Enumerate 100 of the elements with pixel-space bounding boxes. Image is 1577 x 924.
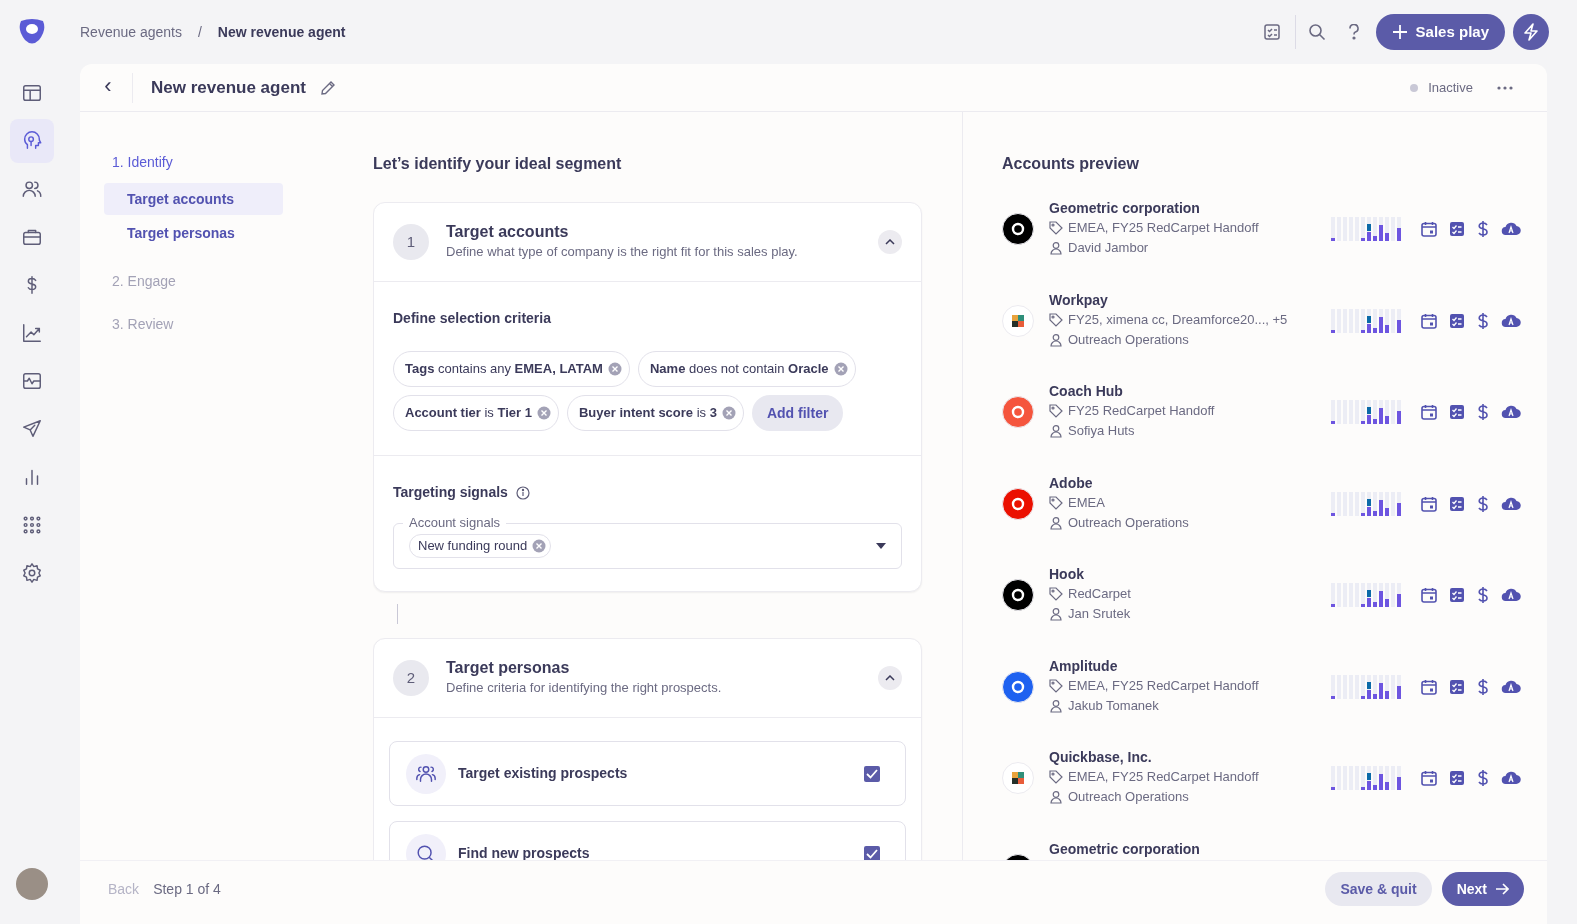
option-card[interactable]: Target existing prospects (389, 741, 906, 806)
company-name: Workpay (1049, 290, 1109, 310)
breadcrumb-link[interactable]: Revenue agents (80, 21, 182, 43)
company-tags: EMEA, FY25 RedCarpet Handoff (1068, 218, 1259, 238)
people-icon (21, 178, 43, 200)
filter-text: Account tier is Tier 1 (405, 404, 532, 423)
chip-text: New funding round (418, 537, 528, 556)
chevron-icon (885, 675, 895, 681)
dollar-icon[interactable] (1477, 311, 1489, 330)
breadcrumb-current: New revenue agent (217, 22, 346, 42)
search-icon[interactable] (1307, 23, 1326, 41)
tag-icon (1049, 312, 1063, 327)
dollar-icon[interactable] (1477, 494, 1489, 513)
task-list-icon[interactable] (1449, 678, 1465, 695)
company-name: Hook (1049, 565, 1085, 584)
account-owner: Outreach Operations (1068, 513, 1189, 532)
company-tags: FY25, ximena cc, Dreamforce20..., +5 (1068, 309, 1288, 330)
status-label: Inactive (1428, 78, 1473, 97)
substep-link[interactable]: Target accounts (104, 183, 283, 215)
checkbox[interactable] (864, 845, 880, 860)
person-icon (1049, 790, 1063, 804)
step-number: 1 (393, 224, 429, 260)
calendar-icon[interactable] (1421, 404, 1437, 420)
help-icon[interactable] (1347, 24, 1360, 40)
task-list-icon[interactable] (1449, 404, 1465, 420)
info-icon[interactable] (515, 485, 530, 500)
dollar-icon[interactable] (1477, 677, 1489, 696)
company-name: Geometric corporation (1049, 199, 1201, 218)
section-description: Define what type of company is the right fit for this sales play. (446, 243, 799, 262)
calendar-icon[interactable] (1421, 678, 1437, 695)
dollar-icon[interactable] (1477, 403, 1489, 421)
step-link[interactable]: 1. Identify (104, 152, 373, 173)
company-tags: EMEA, FY25 RedCarpet Handoff (1068, 767, 1259, 787)
apps-grid-icon (21, 514, 43, 536)
section-description: Define criteria for identifying the right prospects. (446, 679, 723, 698)
substep-link[interactable]: Target personas (104, 217, 283, 249)
account-owner: Outreach Operations (1068, 788, 1189, 806)
cloud-icon[interactable] (1501, 404, 1521, 420)
account-owner: Jakub Tomanek (1068, 696, 1159, 715)
back-button[interactable]: ‹ (102, 75, 114, 100)
add-filter-button[interactable]: Add filter (751, 395, 844, 431)
avatar[interactable] (16, 868, 48, 900)
tag-icon (1049, 221, 1063, 235)
company-tags: EMEA (1068, 492, 1105, 513)
collapse-button[interactable] (878, 666, 902, 690)
checkbox[interactable] (864, 765, 880, 782)
page-title: New revenue agent (151, 76, 306, 99)
dollar-icon[interactable] (1477, 586, 1489, 604)
cloud-icon[interactable] (1501, 770, 1521, 786)
section-title: Target personas (446, 658, 571, 679)
lightning-button[interactable] (1513, 14, 1549, 50)
tag-icon (1049, 587, 1063, 601)
calendar-icon[interactable] (1421, 770, 1437, 786)
option-card[interactable]: Find new prospects (389, 821, 906, 860)
step-number: 2 (393, 660, 429, 696)
cloud-icon[interactable] (1501, 221, 1521, 237)
option-label: Find new prospects (458, 844, 591, 860)
person-icon (1049, 607, 1063, 621)
collapse-button[interactable] (878, 230, 902, 254)
sales-play-button[interactable]: Sales play (1375, 14, 1505, 50)
save-and-quit-button[interactable]: Save & quit (1325, 872, 1432, 906)
company-name: Geometric corporation (1049, 839, 1201, 859)
dropdown-caret-icon (876, 543, 886, 549)
company-name: Adobe (1049, 473, 1094, 493)
cloud-icon[interactable] (1501, 587, 1521, 603)
company-tags: EMEA, FY25 RedCarpet Handoff (1068, 675, 1259, 696)
activity-bars-drawing (1331, 491, 1401, 516)
next-button[interactable]: Next (1441, 872, 1524, 906)
head-icon (21, 130, 43, 152)
task-list-icon[interactable] (1449, 221, 1465, 237)
task-list-icon[interactable] (1449, 312, 1465, 329)
filter-text: Tags contains any EMEA, LATAM (405, 360, 603, 379)
logo-icon[interactable] (17, 18, 47, 46)
nav-button[interactable] (10, 119, 54, 163)
checklist-icon[interactable] (1262, 23, 1281, 41)
cloud-icon[interactable] (1501, 678, 1521, 695)
calendar-icon[interactable] (1421, 495, 1437, 512)
calendar-icon[interactable] (1421, 587, 1437, 603)
calendar-icon[interactable] (1421, 221, 1437, 237)
trend-chart-icon (21, 322, 43, 344)
tag-icon (1049, 678, 1063, 693)
cloud-icon[interactable] (1501, 495, 1521, 512)
dollar-icon[interactable] (1477, 769, 1489, 787)
task-list-icon[interactable] (1449, 495, 1465, 512)
more-icon[interactable] (1497, 85, 1513, 90)
task-list-icon[interactable] (1449, 587, 1465, 603)
task-list-icon[interactable] (1449, 770, 1465, 786)
activity-bars-drawing (1331, 308, 1401, 333)
calendar-icon[interactable] (1421, 312, 1437, 329)
dollar-icon[interactable] (1477, 220, 1489, 238)
criteria-title: Define selection criteria (393, 309, 552, 328)
tag-icon (1049, 495, 1063, 510)
activity-bars-drawing (1331, 400, 1401, 424)
company-name: Quickbase, Inc. (1049, 748, 1153, 767)
pencil-icon[interactable] (319, 79, 336, 96)
arrow-right-icon (1495, 883, 1509, 895)
activity-bars-drawing (1331, 674, 1401, 699)
tag-icon (1049, 770, 1063, 784)
account-owner: David Jambor (1068, 239, 1149, 257)
cloud-icon[interactable] (1501, 312, 1521, 329)
